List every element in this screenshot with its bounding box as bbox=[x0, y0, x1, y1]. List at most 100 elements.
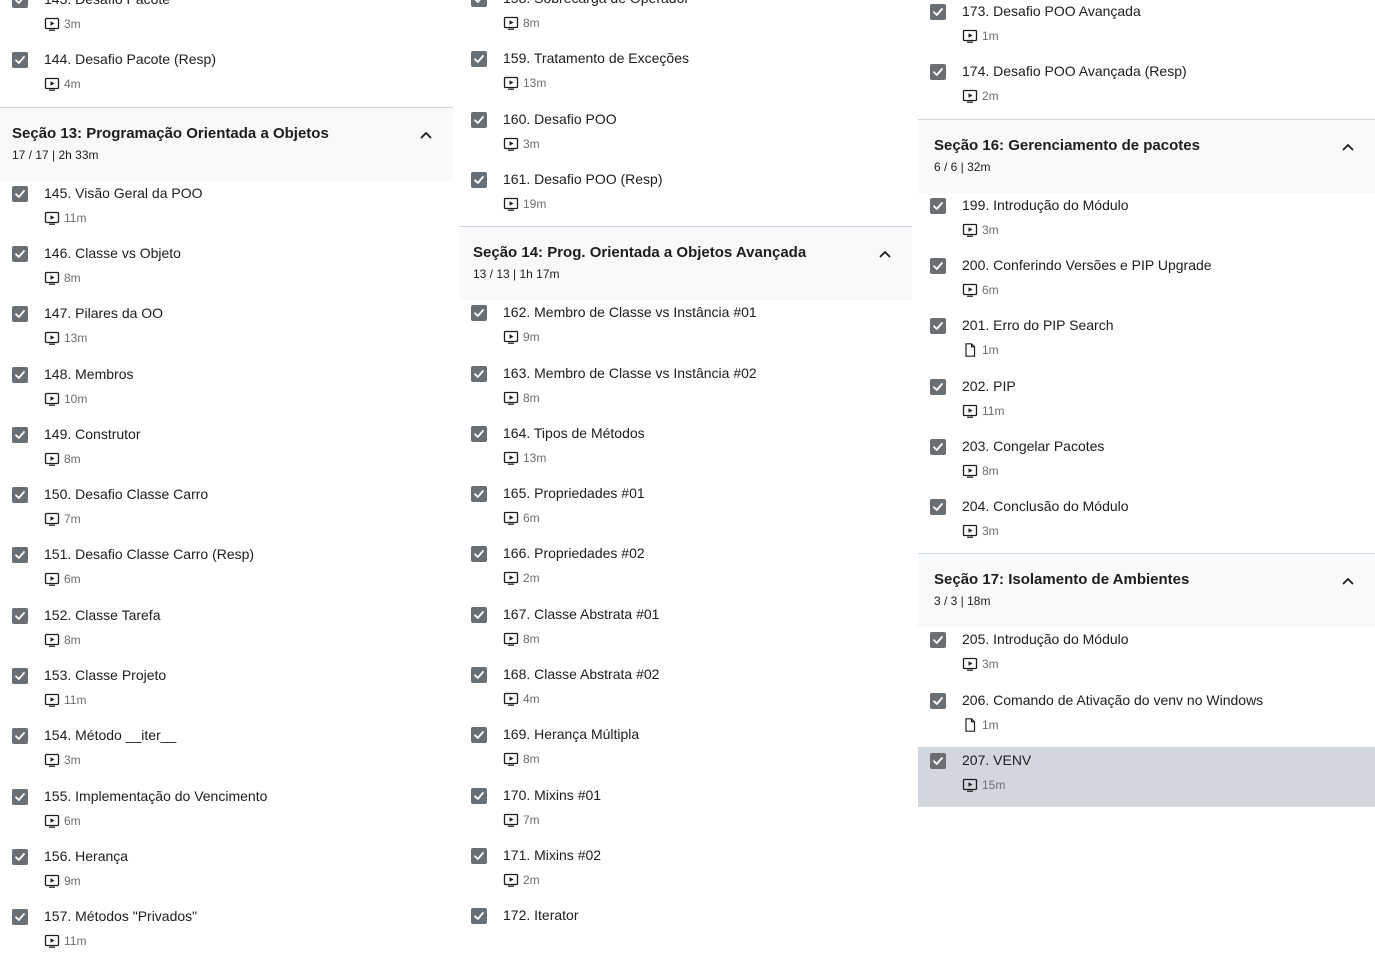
lecture-item[interactable]: 156. Herança 9m bbox=[0, 843, 453, 903]
checkbox-checked-icon[interactable] bbox=[930, 197, 946, 214]
checkbox-checked-icon[interactable] bbox=[930, 753, 946, 769]
checkbox-checked-icon[interactable] bbox=[471, 365, 487, 382]
checkbox-checked-icon[interactable] bbox=[12, 848, 28, 865]
checkbox-checked-icon[interactable] bbox=[12, 52, 28, 69]
duration-text: 6m bbox=[64, 572, 81, 587]
lecture-title: 202. PIP bbox=[962, 377, 1016, 394]
lecture-item[interactable]: 153. Classe Projeto 11m bbox=[0, 662, 453, 722]
checkbox-checked-icon[interactable] bbox=[12, 185, 28, 202]
checkbox-checked-icon[interactable] bbox=[471, 908, 487, 925]
checkbox-checked-icon[interactable] bbox=[471, 847, 487, 864]
chevron-up-icon[interactable] bbox=[1341, 574, 1355, 588]
checkbox-checked-icon[interactable] bbox=[930, 692, 946, 709]
lecture-item[interactable]: 203. Congelar Pacotes 8m bbox=[918, 433, 1375, 493]
checkbox-checked-icon[interactable] bbox=[471, 546, 487, 563]
lecture-duration: 11m bbox=[44, 693, 86, 707]
chevron-up-icon[interactable] bbox=[878, 247, 892, 261]
lecture-item[interactable]: 163. Membro de Classe vs Instância #02 8m bbox=[459, 360, 912, 420]
lecture-item[interactable]: 158. Sobrecarga de Operador 8m bbox=[459, 0, 912, 45]
lecture-item[interactable]: 152. Classe Tarefa 8m bbox=[0, 602, 453, 662]
chevron-up-icon[interactable] bbox=[1341, 140, 1355, 154]
lecture-item[interactable]: 162. Membro de Classe vs Instância #01 9m bbox=[459, 299, 912, 359]
lecture-item[interactable]: 161. Desafio POO (Resp) 19m bbox=[459, 166, 912, 226]
checkbox-checked-icon[interactable] bbox=[12, 607, 28, 624]
checkbox-checked-icon[interactable] bbox=[471, 51, 487, 68]
lecture-item[interactable]: 150. Desafio Classe Carro 7m bbox=[0, 481, 453, 541]
checkbox-checked-icon[interactable] bbox=[471, 171, 487, 188]
section-header[interactable]: Seção 16: Gerenciamento de pacotes 6 / 6 … bbox=[918, 118, 1375, 193]
lecture-item[interactable]: 202. PIP 11m bbox=[918, 373, 1375, 433]
lecture-item[interactable]: 168. Classe Abstrata #02 4m bbox=[459, 661, 912, 721]
file-icon bbox=[962, 717, 978, 732]
checkbox-checked-icon[interactable] bbox=[471, 305, 487, 322]
lecture-item[interactable]: 157. Métodos "Privados" 11m bbox=[0, 903, 453, 963]
checkbox-checked-icon[interactable] bbox=[12, 306, 28, 323]
checkbox-checked-icon[interactable] bbox=[471, 111, 487, 128]
lecture-item[interactable]: 199. Introdução do Módulo 3m bbox=[918, 192, 1375, 252]
lecture-item[interactable]: 170. Mixins #01 7m bbox=[459, 782, 912, 842]
duration-text: 4m bbox=[523, 692, 540, 706]
lecture-title: 150. Desafio Classe Carro bbox=[44, 486, 209, 503]
checkbox-checked-icon[interactable] bbox=[471, 667, 487, 683]
checkbox-checked-icon[interactable] bbox=[12, 366, 28, 383]
checkbox-checked-icon[interactable] bbox=[12, 245, 28, 262]
lecture-item[interactable]: 173. Desafio POO Avançada 1m bbox=[918, 0, 1375, 58]
lecture-item[interactable]: 154. Método __iter__ 3m bbox=[0, 722, 453, 782]
checkbox-checked-icon[interactable] bbox=[12, 0, 28, 8]
lecture-item[interactable]: 147. Pilares da OO 13m bbox=[0, 300, 453, 360]
checkbox-checked-icon[interactable] bbox=[12, 547, 28, 564]
chevron-up-icon[interactable] bbox=[419, 128, 433, 142]
checkbox-checked-icon[interactable] bbox=[471, 425, 487, 442]
checkbox-checked-icon[interactable] bbox=[12, 668, 28, 684]
section-header[interactable]: Seção 13: Programação Orientada a Objeto… bbox=[0, 106, 453, 181]
lecture-item[interactable]: 151. Desafio Classe Carro (Resp) 6m bbox=[0, 541, 453, 601]
lecture-item[interactable]: 160. Desafio POO 3m bbox=[459, 106, 912, 166]
lecture-duration: 3m bbox=[44, 753, 81, 767]
lecture-item[interactable]: 204. Conclusão do Módulo 3m bbox=[918, 493, 1375, 553]
lecture-item[interactable]: 172. Iterator bbox=[459, 902, 912, 962]
checkbox-checked-icon[interactable] bbox=[471, 486, 487, 503]
checkbox-checked-icon[interactable] bbox=[12, 487, 28, 504]
duration-text: 4m bbox=[64, 77, 81, 92]
lecture-item[interactable]: 201. Erro do PIP Search 1m bbox=[918, 312, 1375, 372]
lecture-item[interactable]: 206. Comando de Ativação do venv no Wind… bbox=[918, 687, 1375, 747]
lecture-item[interactable]: 155. Implementação do Vencimento 6m bbox=[0, 783, 453, 843]
checkbox-checked-icon[interactable] bbox=[930, 64, 946, 81]
section-header[interactable]: Seção 17: Isolamento de Ambientes 3 / 3 |… bbox=[918, 553, 1375, 628]
lecture-item[interactable]: 144. Desafio Pacote (Resp) 4m bbox=[0, 46, 453, 106]
section-header[interactable]: Seção 14: Prog. Orientada a Objetos Avan… bbox=[459, 226, 912, 301]
lecture-item[interactable]: 159. Tratamento de Exceções 13m bbox=[459, 45, 912, 105]
checkbox-checked-icon[interactable] bbox=[471, 606, 487, 623]
checkbox-checked-icon[interactable] bbox=[930, 438, 946, 455]
lecture-item[interactable]: 171. Mixins #02 2m bbox=[459, 842, 912, 902]
checkbox-checked-icon[interactable] bbox=[930, 318, 946, 335]
lecture-item[interactable]: 146. Classe vs Objeto 8m bbox=[0, 240, 453, 300]
lecture-item[interactable]: 145. Visão Geral da POO 11m bbox=[0, 180, 453, 240]
lecture-item[interactable]: 169. Herança Múltipla 8m bbox=[459, 721, 912, 781]
checkbox-checked-icon[interactable] bbox=[930, 378, 946, 395]
checkbox-checked-icon[interactable] bbox=[12, 909, 28, 926]
lecture-item[interactable]: 166. Propriedades #02 2m bbox=[459, 540, 912, 600]
lecture-item[interactable]: 205. Introdução do Módulo 3m bbox=[918, 626, 1375, 686]
checkbox-checked-icon[interactable] bbox=[930, 4, 946, 20]
checkbox-checked-icon[interactable] bbox=[471, 0, 487, 7]
lecture-item[interactable]: 148. Membros 10m bbox=[0, 361, 453, 421]
lecture-item[interactable]: 164. Tipos de Métodos 13m bbox=[459, 420, 912, 480]
checkbox-checked-icon[interactable] bbox=[12, 788, 28, 805]
lecture-item[interactable]: 200. Conferindo Versões e PIP Upgrade 6m bbox=[918, 252, 1375, 312]
checkbox-checked-icon[interactable] bbox=[930, 632, 946, 649]
lecture-item[interactable]: 174. Desafio POO Avançada (Resp) 2m bbox=[918, 58, 1375, 118]
checkbox-checked-icon[interactable] bbox=[930, 257, 946, 274]
lecture-item[interactable]: 167. Classe Abstrata #01 8m bbox=[459, 601, 912, 661]
checkbox-checked-icon[interactable] bbox=[12, 426, 28, 443]
section-progress: 13 / 13 | 1h 17m bbox=[473, 267, 560, 282]
checkbox-checked-icon[interactable] bbox=[12, 728, 28, 745]
lecture-item[interactable]: 207. VENV 15m bbox=[918, 747, 1375, 807]
lecture-duration: 3m bbox=[962, 524, 999, 538]
checkbox-checked-icon[interactable] bbox=[471, 727, 487, 744]
checkbox-checked-icon[interactable] bbox=[930, 499, 946, 516]
lecture-item[interactable]: 143. Desafio Pacote 3m bbox=[0, 0, 453, 46]
lecture-item[interactable]: 149. Construtor 8m bbox=[0, 421, 453, 481]
checkbox-checked-icon[interactable] bbox=[471, 787, 487, 804]
lecture-item[interactable]: 165. Propriedades #01 6m bbox=[459, 480, 912, 540]
